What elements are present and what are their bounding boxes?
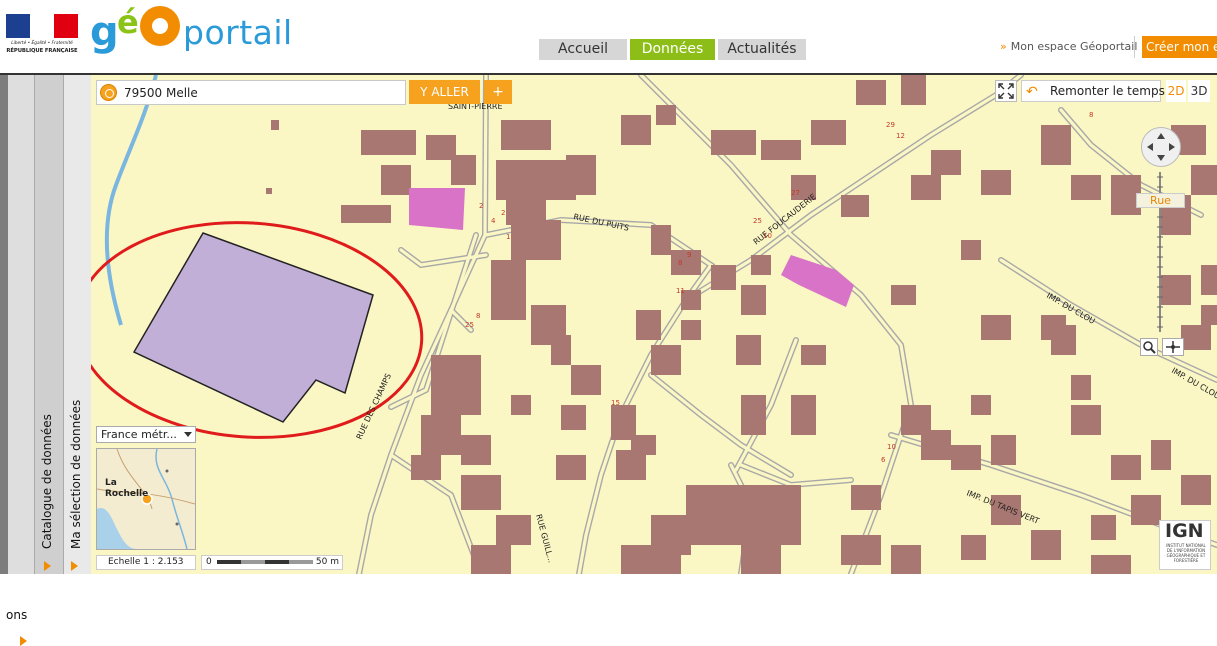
selected-parcel [132,232,374,423]
house-number: 6 [881,456,886,464]
catalogue-panel-label: Catalogue de données [40,414,54,549]
catalogue-panel-tab[interactable]: Catalogue de données [34,75,63,574]
house-number: 10 [763,232,772,240]
tab-accueil[interactable]: Accueil [539,39,627,60]
scale-bar-graphic [217,560,313,564]
pan-up-icon [1157,133,1165,139]
house-number: 27 [791,189,800,197]
french-flag-icon [6,14,78,38]
header: Liberté • Égalité • Fraternité RÉPUBLIQU… [0,0,1217,73]
chevron-down-icon [184,432,192,437]
territory-selected-value: France métr... [101,428,177,441]
options-panel-label: ons [6,608,28,622]
undo-arrow-icon: ↶ [1026,84,1038,100]
left-edge-panel [0,75,8,574]
location-search-input[interactable] [124,84,404,101]
tab-actualites[interactable]: Actualités [718,39,806,60]
tab-donnees[interactable]: Données [630,39,715,60]
house-number: 15 [611,399,620,407]
view-2d-button[interactable]: 2D [1166,80,1186,102]
ign-logo[interactable]: IGN INSTITUT NATIONAL DE L'INFORMATION G… [1159,520,1211,570]
house-number: 8 [1089,111,1093,119]
street-label: RUE DU PUITS [573,212,630,233]
zoom-magnifier-icon[interactable] [1140,338,1158,356]
mon-espace-label: Mon espace Géoportail [1010,40,1138,53]
expand-arrow-icon [71,561,78,571]
scale-bar: 0 50 m [201,555,343,570]
logo-letter-e: é [117,3,139,41]
pan-left-icon [1147,143,1153,151]
house-number: 2 [479,202,483,210]
scale-bar-start: 0 [206,557,212,567]
republique-francaise-logo[interactable]: Liberté • Égalité • Fraternité RÉPUBLIQU… [6,14,78,58]
geoportail-logo[interactable]: g é portail [90,6,310,62]
house-number: 8 [476,312,480,320]
street-label: RUE DES CHAMPS [355,372,393,441]
house-number: 10 [887,443,896,451]
special-building-north [409,188,465,230]
house-number: 2 [501,209,505,217]
house-number: 29 [886,121,895,129]
house-number: 9 [687,251,691,259]
view-3d-button[interactable]: 3D [1188,80,1210,102]
expand-arrow-icon [44,561,51,571]
options-panel-tab[interactable]: ons [6,75,34,646]
header-divider [1134,36,1135,58]
logo-portail-text: portail [183,13,293,52]
create-account-button[interactable]: Créer mon es [1142,36,1217,58]
pan-control[interactable] [1141,127,1181,167]
ign-logo-title: IGN [1165,520,1204,542]
overview-minimap[interactable]: La Rochelle [96,448,196,550]
fullscreen-icon[interactable] [995,80,1017,102]
house-number: 1 [506,233,510,241]
house-number: 8 [678,259,682,267]
scale-bar-end: 50 m [315,557,339,567]
mon-espace-link[interactable]: » Mon espace Géoportail [1000,40,1137,53]
scale-text: Echelle 1 : 2.153 [96,555,196,570]
house-number: 25 [465,321,474,329]
map-canvas[interactable]: SAINT-PIERRE RUE DU PUITS RUE FOUCAUDERI… [91,75,1217,574]
river [104,75,158,326]
house-number: 11 [676,287,685,295]
expand-arrow-icon [20,636,27,646]
street-label: RUE GUILL... [534,513,556,564]
remonter-le-temps-button[interactable]: ↶ Remonter le temps [1021,80,1165,102]
center-position-icon[interactable] [1162,338,1184,356]
more-options-button[interactable]: + [484,80,512,104]
zoom-level-label[interactable]: Rue [1136,193,1185,208]
logo-orange-o-icon [140,6,180,46]
house-number: 4 [491,217,496,225]
house-number: 12 [896,132,905,140]
logo-letter-g: g [90,9,119,55]
pan-right-icon [1169,143,1175,151]
locate-target-icon[interactable] [100,84,117,101]
selection-panel-tab[interactable]: Ma sélection de données [63,75,91,574]
republique-label: RÉPUBLIQUE FRANÇAISE [6,48,78,54]
pan-down-icon [1157,155,1165,161]
territory-select[interactable]: France métr... [96,426,196,443]
house-number: 25 [753,217,762,225]
buildings [266,75,1217,574]
chevron-right-icon: » [1000,40,1007,53]
minimap-city-label: La Rochelle [105,478,149,499]
map-viewport[interactable]: SAINT-PIERRE RUE DU PUITS RUE FOUCAUDERI… [91,75,1217,574]
ign-logo-subtitle: INSTITUT NATIONAL DE L'INFORMATION GÉOGR… [1166,543,1206,563]
special-building-east [781,255,854,307]
remonter-label: Remonter le temps [1050,84,1165,98]
republique-motto: Liberté • Égalité • Fraternité [11,41,73,46]
go-button[interactable]: Y ALLER [409,80,480,104]
selection-panel-label: Ma sélection de données [69,399,83,549]
